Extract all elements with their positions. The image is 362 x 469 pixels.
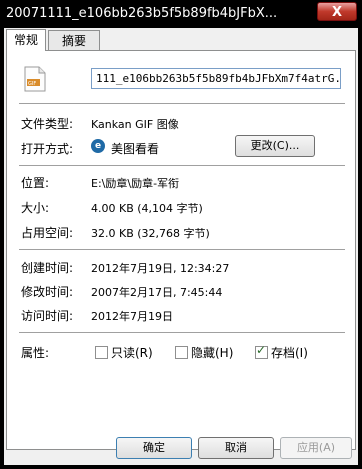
- tab-summary[interactable]: 摘要: [48, 30, 100, 50]
- file-type-value: Kankan GIF 图像: [91, 118, 179, 131]
- created-label: 创建时间:: [21, 261, 74, 275]
- checkmark-icon: ✓: [256, 343, 267, 357]
- divider: [19, 165, 345, 166]
- open-with-label: 打开方式:: [21, 142, 74, 156]
- readonly-label: 只读(R): [111, 346, 153, 360]
- hidden-label: 隐藏(H): [191, 346, 234, 360]
- divider: [19, 103, 345, 104]
- accessed-label: 访问时间:: [21, 309, 74, 323]
- gif-file-icon: GIF: [24, 66, 46, 92]
- attributes-label: 属性:: [21, 346, 50, 360]
- archive-label: 存档(I): [271, 346, 308, 360]
- tab-general[interactable]: 常规: [6, 29, 46, 51]
- dialog-body: 常规 摘要 GIF 111_e106bb263b5f5b89fb4bJFbXm7…: [4, 28, 358, 465]
- divider: [19, 249, 345, 250]
- close-button[interactable]: X: [317, 2, 357, 21]
- accessed-value: 2012年7月19日: [91, 310, 173, 323]
- modified-label: 修改时间:: [21, 285, 74, 299]
- general-panel: GIF 111_e106bb263b5f5b89fb4bJFbXm7f4atrG…: [6, 50, 356, 450]
- readonly-checkbox[interactable]: [95, 346, 108, 359]
- file-type-label: 文件类型:: [21, 117, 74, 131]
- archive-checkbox[interactable]: ✓: [255, 343, 268, 359]
- change-button[interactable]: 更改(C)...: [235, 135, 315, 157]
- apply-button[interactable]: 应用(A): [280, 437, 352, 459]
- location-value: E:\励章\励章-军衔: [91, 177, 180, 190]
- hidden-checkbox[interactable]: [175, 346, 188, 359]
- open-with-value: 美图看看: [111, 142, 160, 156]
- file-name-field[interactable]: 111_e106bb263b5f5b89fb4bJFbXm7f4atrG.gif: [91, 68, 341, 89]
- title-bar[interactable]: 20071111_e106bb263b5f5b89fb4bJFbX... X: [0, 0, 362, 28]
- ok-button[interactable]: 确定: [116, 437, 192, 459]
- divider: [19, 332, 345, 333]
- cancel-button[interactable]: 取消: [198, 437, 274, 459]
- modified-value: 2007年2月17日, 7:45:44: [91, 286, 223, 299]
- properties-window: 20071111_e106bb263b5f5b89fb4bJFbX... X 常…: [0, 0, 362, 469]
- size-on-disk-value: 32.0 KB (32,768 字节): [91, 227, 210, 240]
- location-label: 位置:: [21, 176, 50, 190]
- size-label: 大小:: [21, 201, 50, 215]
- file-icon-text: GIF: [28, 81, 36, 87]
- size-on-disk-label: 占用空间:: [21, 226, 74, 240]
- meitu-viewer-icon: e: [91, 139, 105, 153]
- created-value: 2012年7月19日, 12:34:27: [91, 262, 230, 275]
- window-title: 20071111_e106bb263b5f5b89fb4bJFbX...: [6, 6, 278, 21]
- size-value: 4.00 KB (4,104 字节): [91, 202, 203, 215]
